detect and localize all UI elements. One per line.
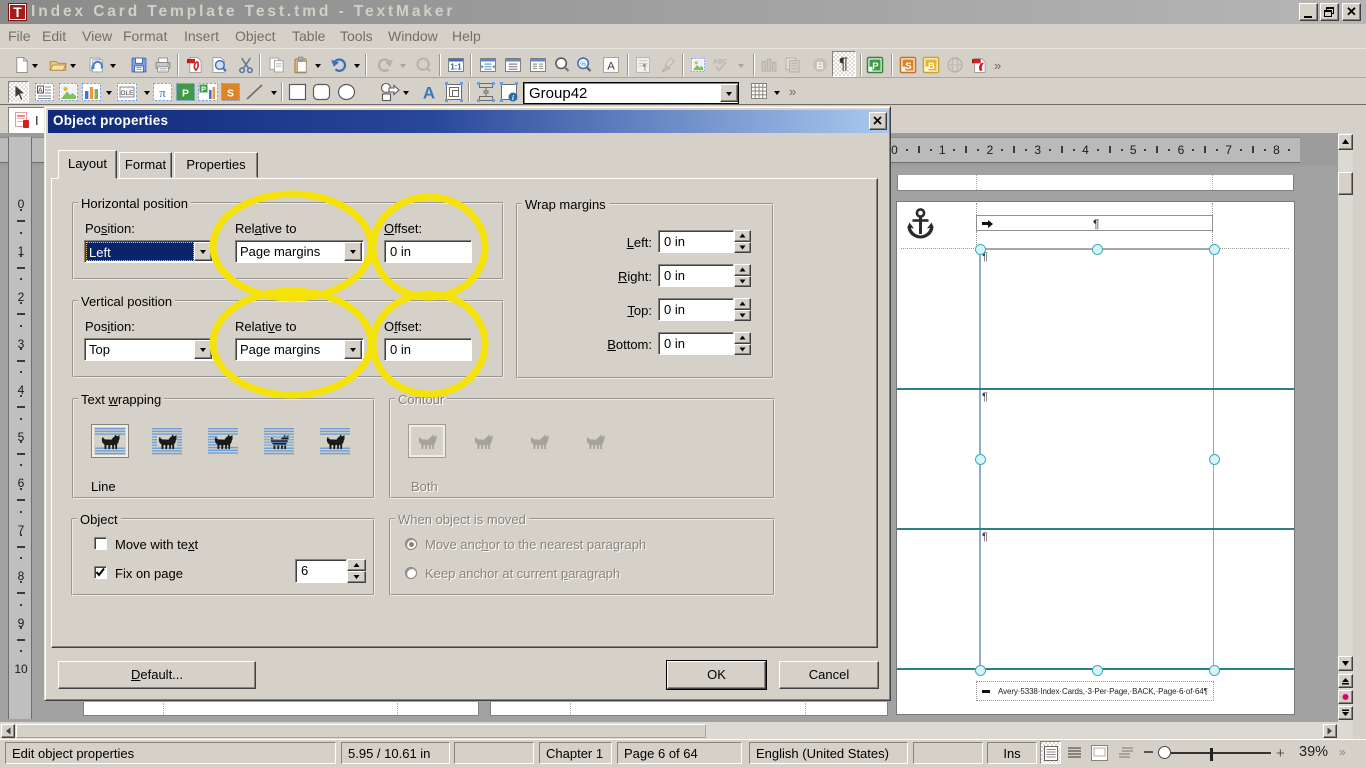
- svg-text:¶: ¶: [643, 63, 647, 72]
- svg-text:P: P: [201, 85, 206, 94]
- svg-text:S: S: [905, 61, 911, 72]
- svg-text:A: A: [423, 84, 435, 103]
- svg-text:P: P: [872, 61, 879, 72]
- svg-text:B: B: [816, 61, 824, 72]
- svg-text:P: P: [182, 88, 189, 100]
- svg-text:B: B: [928, 61, 935, 72]
- svg-text:i: i: [512, 94, 514, 102]
- svg-text:1:1: 1:1: [450, 62, 462, 71]
- svg-text:S: S: [227, 88, 234, 100]
- svg-text:OLE: OLE: [120, 90, 134, 97]
- svg-text:A: A: [38, 88, 43, 95]
- svg-text:π: π: [159, 85, 166, 100]
- svg-text:%: %: [580, 61, 586, 68]
- svg-text:A: A: [607, 60, 615, 72]
